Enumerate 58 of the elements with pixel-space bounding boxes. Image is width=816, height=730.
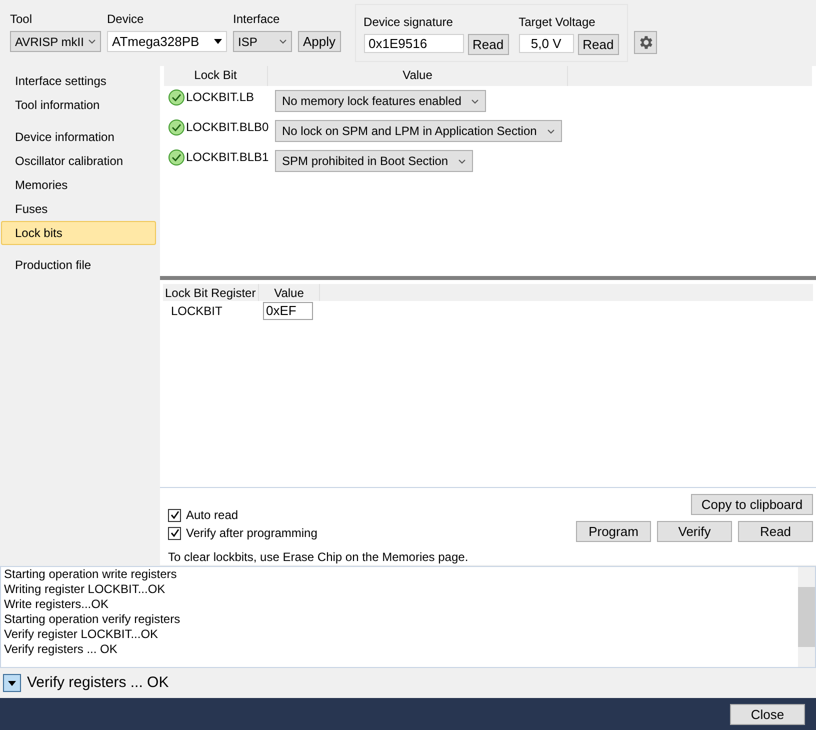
- field-label: Device signature: [364, 14, 454, 31]
- signature-field[interactable]: 0x1E9516: [364, 34, 464, 53]
- sidebar-item[interactable]: Interface settings: [1, 69, 156, 93]
- sidebar-item[interactable]: Tool information: [1, 93, 156, 117]
- log-line: Write registers...OK: [4, 597, 110, 612]
- dropdown[interactable]: SPM prohibited in Boot Section: [275, 150, 474, 172]
- column-header: Lock Bit: [164, 66, 268, 86]
- lock-bit-name: LOCKBIT.LB: [186, 89, 254, 106]
- button[interactable]: Copy to clipboard: [691, 494, 813, 515]
- button[interactable]: Read: [738, 521, 813, 542]
- button[interactable]: Read: [468, 34, 509, 55]
- expand-button[interactable]: [3, 674, 21, 692]
- log-line: Verify registers ... OK: [4, 642, 118, 657]
- checkbox-option[interactable]: Verify after programming: [168, 525, 468, 541]
- button[interactable]: Apply: [298, 31, 341, 52]
- log-line: Starting operation verify registers: [4, 612, 182, 627]
- device-dropdown[interactable]: ATmega328PB: [107, 31, 227, 52]
- dropdown[interactable]: ISP: [233, 31, 292, 52]
- column-header: Value: [259, 284, 320, 301]
- field-label: Tool: [10, 11, 34, 28]
- dropdown[interactable]: No memory lock features enabled: [275, 90, 486, 112]
- checkbox-option[interactable]: Auto read: [168, 507, 468, 523]
- dropdown[interactable]: No lock on SPM and LPM in Application Section: [275, 120, 562, 142]
- sidebar-item[interactable]: Fuses: [1, 197, 156, 221]
- sidebar-item[interactable]: Lock bits: [1, 221, 156, 245]
- caret-icon: [214, 39, 222, 44]
- chevron-icon: [458, 158, 466, 164]
- log-line: Writing register LOCKBIT...OK: [4, 582, 166, 597]
- status-text: Verify registers ... OK: [27, 672, 169, 693]
- caret-icon: [8, 680, 16, 686]
- field-label: Target Voltage: [518, 14, 596, 31]
- sidebar-item[interactable]: Device information: [1, 125, 156, 149]
- button[interactable]: Read: [578, 34, 619, 55]
- field-label: Device: [107, 11, 145, 28]
- chevron-icon: [546, 128, 555, 134]
- column-header: Lock Bit Register: [163, 284, 259, 301]
- button[interactable]: Close: [730, 704, 805, 724]
- sidebar-item[interactable]: Production file: [1, 253, 156, 277]
- scrollbar[interactable]: [798, 567, 815, 667]
- button[interactable]: Program: [576, 521, 651, 542]
- field-label: Interface: [233, 11, 281, 28]
- log-line: Starting operation write registers: [4, 567, 178, 582]
- note-text: To clear lockbits, use Erase Chip on the Memories page.: [168, 549, 468, 566]
- voltage-field[interactable]: 5,0 V: [518, 34, 574, 53]
- register-value-field[interactable]: 0xEF: [263, 302, 313, 320]
- column-header: Value: [268, 66, 568, 86]
- button[interactable]: Verify: [657, 521, 732, 542]
- dropdown[interactable]: AVRISP mkII: [10, 31, 101, 52]
- lock-bit-name: LOCKBIT.BLB1: [186, 149, 269, 166]
- sidebar-item[interactable]: Memories: [1, 173, 156, 197]
- sidebar-item[interactable]: Oscillator calibration: [1, 149, 156, 173]
- chevron-icon: [88, 39, 96, 44]
- settings-button[interactable]: [634, 31, 657, 54]
- lock-bit-name: LOCKBIT.BLB0: [186, 119, 269, 136]
- log-line: Verify register LOCKBIT...OK: [4, 627, 160, 642]
- chevron-icon: [471, 98, 480, 104]
- register-name: LOCKBIT: [171, 303, 224, 320]
- chevron-icon: [279, 39, 287, 44]
